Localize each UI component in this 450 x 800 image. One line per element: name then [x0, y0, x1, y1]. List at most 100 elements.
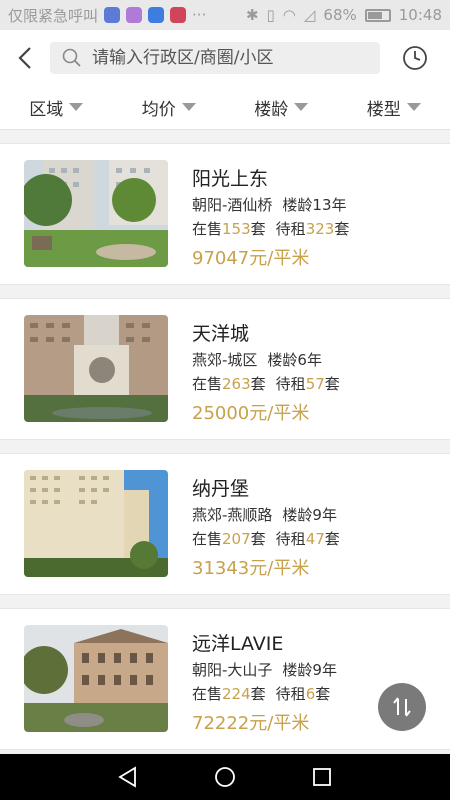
dropdown-triangle-icon [69, 103, 84, 111]
list-item[interactable]: 远洋LAVIE 朝阳-大山子 楼龄9年 在售224套 待租6套 72222元/平米 [0, 608, 450, 750]
for-rent-count: 323 [305, 220, 335, 238]
huawei-notification-icon [170, 7, 187, 23]
nav-recents-icon [312, 768, 331, 786]
community-info: 远洋LAVIE 朝阳-大山子 楼龄9年 在售224套 待租6套 72222元/平米 [192, 629, 337, 735]
battery-percent: 68% [323, 6, 357, 24]
community-photo [24, 315, 168, 422]
filter-building-age[interactable]: 楼龄 [225, 85, 338, 129]
community-location: 燕郊-城区 [192, 351, 258, 369]
wifi-icon: ◠ [282, 6, 296, 24]
dropdown-triangle-icon [294, 103, 309, 111]
search-input[interactable] [92, 47, 352, 68]
nav-home-button[interactable] [205, 757, 245, 797]
system-nav-bar [0, 754, 450, 800]
filter-average-price[interactable]: 均价 [113, 85, 226, 129]
gallery-notification-icon [126, 7, 143, 23]
community-meta: 燕郊-燕顺路 楼龄9年 [192, 504, 340, 526]
community-stock: 在售153套 待租323套 [192, 218, 349, 240]
for-rent-count: 57 [305, 375, 325, 393]
community-name: 远洋LAVIE [192, 633, 284, 655]
sort-button[interactable] [378, 683, 426, 731]
nav-back-icon [118, 766, 137, 788]
sort-arrows-icon [393, 697, 411, 717]
history-button[interactable] [400, 43, 430, 73]
community-list: 阳光上东 朝阳-酒仙桥 楼龄13年 在售153套 待租323套 97047元/平米 [0, 143, 450, 763]
clock-time: 10:48 [398, 6, 442, 24]
community-name: 阳光上东 [192, 168, 269, 190]
filter-label: 楼龄 [254, 99, 289, 120]
on-sale-count: 153 [222, 220, 251, 238]
dropdown-triangle-icon [406, 103, 421, 111]
community-name: 天洋城 [192, 323, 250, 345]
nav-back-button[interactable] [108, 757, 148, 797]
on-sale-count: 263 [222, 375, 251, 393]
list-item[interactable]: 阳光上东 朝阳-酒仙桥 楼龄13年 在售153套 待租323套 97047元/平米 [0, 143, 450, 285]
average-price: 72222元/平米 [192, 713, 310, 734]
for-rent-label: 待租 [275, 685, 306, 703]
unit-label: 套 [324, 375, 340, 393]
app-notification-icon [104, 7, 121, 23]
vibrate-icon: ▯ [266, 6, 275, 24]
for-rent-count: 6 [305, 685, 316, 703]
for-rent-label: 待租 [275, 530, 306, 548]
community-photo [24, 160, 168, 267]
community-meta: 燕郊-城区 楼龄6年 [192, 349, 340, 371]
filter-region[interactable]: 区域 [0, 85, 113, 129]
for-rent-label: 待租 [275, 375, 306, 393]
unit-label: 套 [250, 530, 266, 548]
for-rent-count: 47 [305, 530, 325, 548]
community-age: 楼龄9年 [282, 506, 337, 524]
community-age: 楼龄6年 [267, 351, 322, 369]
no-sim-icon: ◿ [303, 6, 316, 24]
list-item[interactable]: 纳丹堡 燕郊-燕顺路 楼龄9年 在售207套 待租47套 31343元/平米 [0, 453, 450, 595]
more-notifications-icon: ··· [192, 6, 207, 24]
carrier-text: 仅限紧急呼叫 [8, 6, 99, 25]
filter-bar: 区域 均价 楼龄 楼型 [0, 85, 450, 130]
search-header [0, 30, 450, 85]
back-button[interactable] [0, 30, 50, 85]
heart-notification-icon [148, 7, 165, 23]
community-info: 天洋城 燕郊-城区 楼龄6年 在售263套 待租57套 25000元/平米 [192, 319, 340, 425]
unit-label: 套 [324, 530, 340, 548]
average-price: 31343元/平米 [192, 558, 310, 579]
community-age: 楼龄9年 [282, 661, 337, 679]
community-stock: 在售263套 待租57套 [192, 373, 340, 395]
unit-label: 套 [250, 220, 266, 238]
battery-icon [364, 8, 391, 22]
search-icon [62, 48, 81, 67]
community-photo [24, 625, 168, 732]
unit-label: 套 [315, 685, 331, 703]
filter-label: 均价 [141, 99, 176, 120]
community-stock: 在售224套 待租6套 [192, 683, 337, 705]
filter-label: 楼型 [366, 99, 401, 120]
status-bar: 仅限紧急呼叫 ··· ✱ ▯ ◠ ◿ 68% 10:48 [0, 0, 450, 30]
on-sale-label: 在售 [192, 685, 223, 703]
community-stock: 在售207套 待租47套 [192, 528, 340, 550]
nav-recents-button[interactable] [302, 757, 342, 797]
filter-label: 区域 [29, 99, 64, 120]
unit-label: 套 [334, 220, 350, 238]
on-sale-count: 207 [222, 530, 251, 548]
community-location: 朝阳-大山子 [192, 661, 273, 679]
list-item[interactable]: 天洋城 燕郊-城区 楼龄6年 在售263套 待租57套 25000元/平米 [0, 298, 450, 440]
for-rent-label: 待租 [275, 220, 306, 238]
on-sale-label: 在售 [192, 375, 223, 393]
bluetooth-icon: ✱ [245, 6, 259, 24]
clock-history-icon [403, 45, 427, 70]
unit-label: 套 [250, 375, 266, 393]
average-price: 25000元/平米 [192, 403, 310, 424]
back-arrow-icon [18, 46, 31, 69]
on-sale-count: 224 [222, 685, 251, 703]
community-meta: 朝阳-大山子 楼龄9年 [192, 659, 337, 681]
community-name: 纳丹堡 [192, 478, 250, 500]
on-sale-label: 在售 [192, 220, 223, 238]
community-age: 楼龄13年 [282, 196, 347, 214]
community-info: 阳光上东 朝阳-酒仙桥 楼龄13年 在售153套 待租323套 97047元/平米 [192, 164, 349, 270]
community-info: 纳丹堡 燕郊-燕顺路 楼龄9年 在售207套 待租47套 31343元/平米 [192, 474, 340, 580]
search-bar[interactable] [50, 41, 380, 74]
unit-label: 套 [250, 685, 266, 703]
community-meta: 朝阳-酒仙桥 楼龄13年 [192, 194, 349, 216]
filter-building-type[interactable]: 楼型 [338, 85, 450, 129]
average-price: 97047元/平米 [192, 248, 310, 269]
on-sale-label: 在售 [192, 530, 223, 548]
